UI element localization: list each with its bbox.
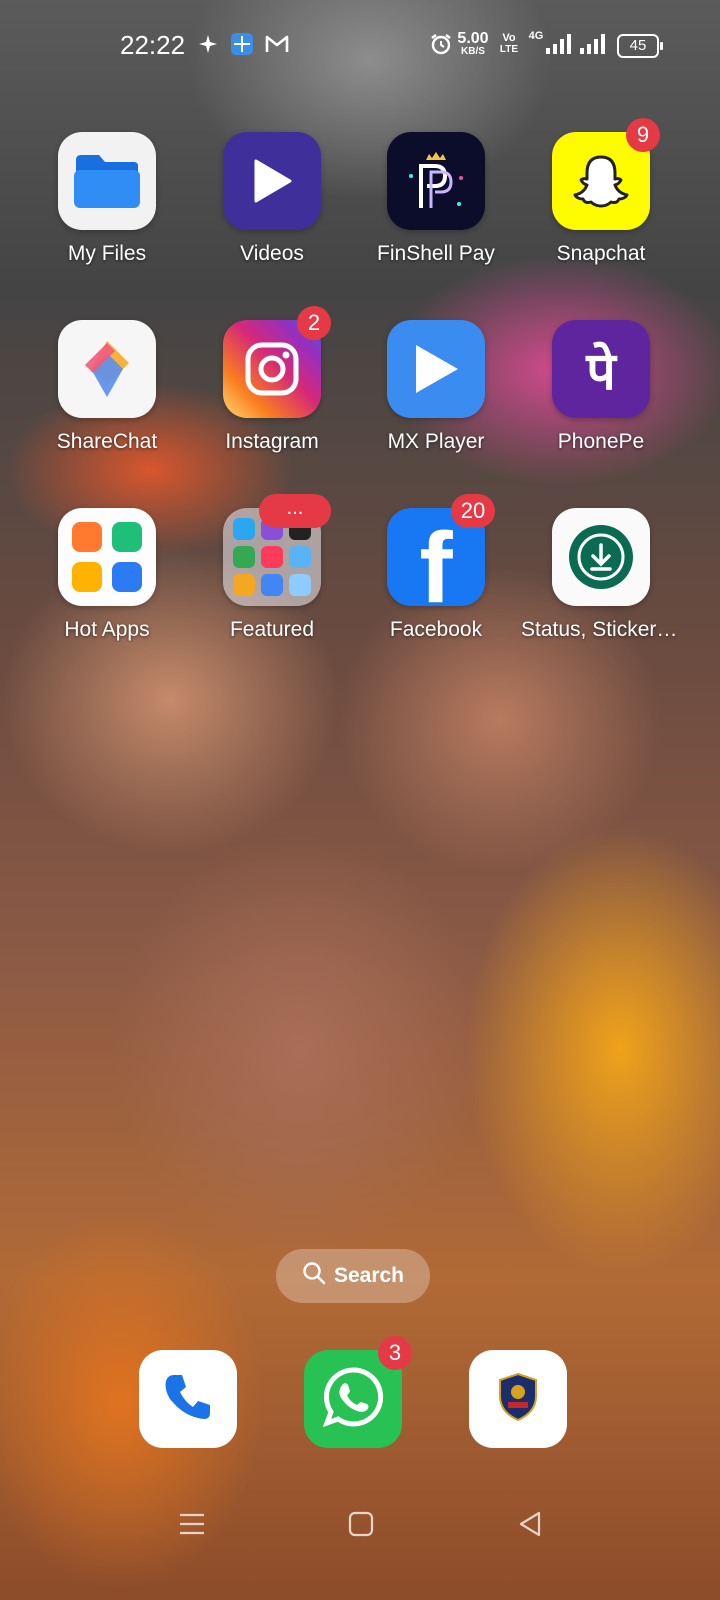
facebook-icon: f 20: [387, 494, 495, 618]
status-time: 22:22: [120, 30, 186, 60]
network-speed: 5.00 KB/S: [457, 30, 489, 58]
play-icon: [387, 320, 485, 418]
whatsapp-icon: [320, 1364, 386, 1435]
app-snapchat[interactable]: 9 Snapchat: [521, 118, 681, 266]
phonepe-icon: पे: [552, 320, 650, 418]
police-emblem-icon: [496, 1372, 540, 1427]
battery-indicator: 45: [617, 34, 663, 58]
notification-badge: 20: [451, 494, 495, 528]
phone-icon: [160, 1369, 216, 1430]
alarm-icon: [428, 30, 454, 58]
menu-icon[interactable]: [172, 1504, 212, 1544]
dock-police-app[interactable]: [469, 1350, 567, 1448]
camera-icon: 2: [223, 306, 331, 418]
volte-indicator: Vo LTE: [499, 32, 519, 56]
notification-badge: ...: [259, 494, 331, 528]
signal-icon: [544, 30, 572, 58]
app-my-files[interactable]: My Files: [27, 132, 187, 266]
folder-featured[interactable]: ... Featured: [192, 494, 352, 642]
notification-badge: 2: [297, 306, 331, 340]
sparkle-icon: [197, 30, 219, 58]
navigation-bar: [0, 1490, 720, 1560]
app-finshell-pay[interactable]: FinShell Pay: [356, 132, 516, 266]
hot-apps-icon: [58, 508, 156, 606]
app-instagram[interactable]: 2 Instagram: [192, 306, 352, 454]
search-button[interactable]: Search: [276, 1249, 430, 1303]
back-icon[interactable]: [510, 1504, 550, 1544]
vpn-icon: [229, 30, 255, 58]
folder-icon: [58, 132, 156, 230]
search-label: Search: [333, 1264, 405, 1287]
finshell-icon: [387, 132, 485, 230]
status-bar: 22:22 5.00 KB/S Vo LTE 4G 45: [0, 0, 720, 90]
app-sharechat[interactable]: ShareChat: [27, 320, 187, 454]
notification-badge: 9: [626, 118, 660, 152]
dock-whatsapp[interactable]: 3: [304, 1336, 412, 1448]
network-type: 4G: [528, 30, 544, 42]
gmail-icon: [264, 30, 290, 58]
app-videos[interactable]: Videos: [192, 132, 352, 266]
app-status-saver[interactable]: Status, Sticker S...: [521, 508, 681, 642]
app-facebook[interactable]: f 20 Facebook: [356, 494, 516, 642]
app-phonepe[interactable]: पे PhonePe: [521, 320, 681, 454]
app-hot-apps[interactable]: Hot Apps: [27, 508, 187, 642]
play-icon: [223, 132, 321, 230]
app-mx-player[interactable]: MX Player: [356, 320, 516, 454]
notification-badge: 3: [378, 1336, 412, 1370]
ghost-icon: 9: [552, 118, 660, 230]
home-icon[interactable]: [341, 1504, 381, 1544]
sharechat-icon: [58, 320, 156, 418]
folder-grid-icon: ...: [223, 494, 331, 606]
signal-icon: [578, 30, 606, 58]
search-icon: [302, 1261, 326, 1291]
dock-phone[interactable]: [139, 1350, 237, 1448]
download-icon: [552, 508, 650, 606]
